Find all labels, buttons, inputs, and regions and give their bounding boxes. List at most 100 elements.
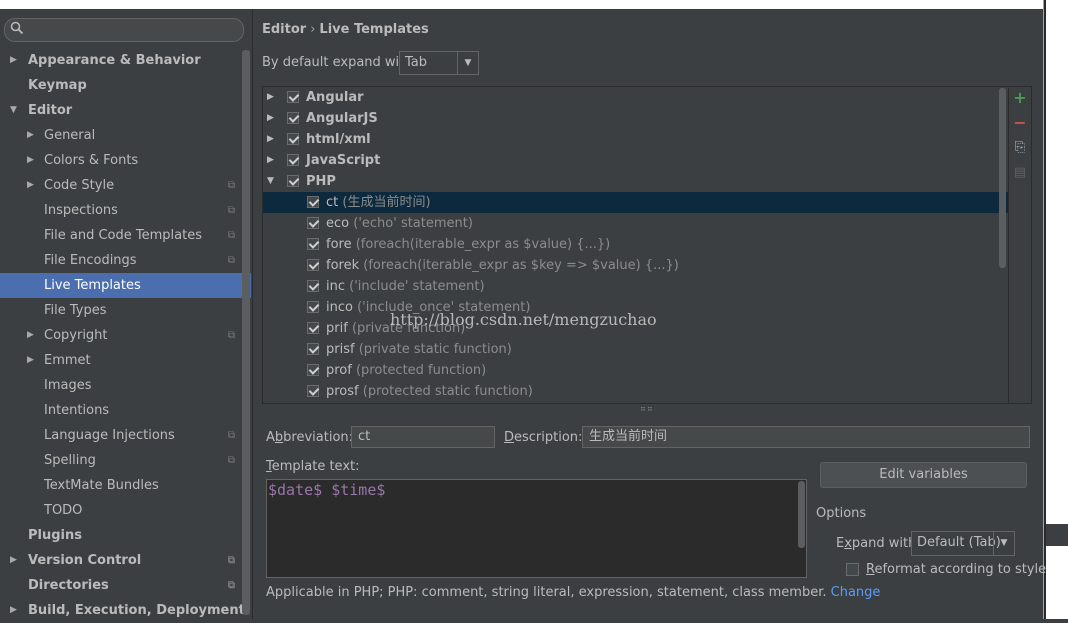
add-icon[interactable]: + — [1012, 90, 1028, 106]
template-group-row[interactable]: ▶ Angular — [263, 87, 1008, 108]
template-text-label: Template text: — [266, 459, 360, 474]
sidebar-item-label: Intentions — [44, 403, 110, 418]
copy-icon[interactable]: ⎘ — [1012, 140, 1028, 156]
sidebar-item[interactable]: TODO — [0, 498, 251, 523]
template-group-row[interactable]: ▶ html/xml — [263, 129, 1008, 150]
reformat-checkbox[interactable] — [846, 563, 859, 576]
template-checkbox[interactable] — [307, 364, 319, 376]
group-checkbox[interactable] — [287, 91, 299, 103]
template-row[interactable]: inc ('include' statement) — [263, 276, 1008, 297]
template-row[interactable]: prof (protected function) — [263, 360, 1008, 381]
template-row[interactable]: fore (foreach(iterable_expr as $value) {… — [263, 234, 1008, 255]
tree-scrollbar[interactable] — [999, 88, 1006, 268]
sidebar-item[interactable]: File Encodings ⧉ — [0, 248, 251, 273]
sidebar-item[interactable]: Spelling ⧉ — [0, 448, 251, 473]
sidebar-item-label: File Encodings — [44, 253, 137, 268]
template-checkbox[interactable] — [307, 385, 319, 397]
group-checkbox[interactable] — [287, 175, 299, 187]
sidebar-item-label: Plugins — [28, 528, 82, 543]
collapsed-arrow-icon[interactable]: ▶ — [10, 548, 17, 573]
project-scope-icon: ⧉ — [227, 180, 235, 191]
collapsed-arrow-icon[interactable]: ▶ — [27, 123, 34, 148]
template-checkbox[interactable] — [307, 196, 319, 208]
collapsed-arrow-icon[interactable]: ▶ — [27, 173, 34, 198]
splitter-handle-icon[interactable]: ⠶⠶ — [640, 404, 654, 413]
sidebar-item[interactable]: ▶ Copyright ⧉ — [0, 323, 251, 348]
template-abbreviation: eco — [326, 216, 350, 231]
template-checkbox[interactable] — [307, 217, 319, 229]
sidebar-item[interactable]: ▶ Version Control ⧉ — [0, 548, 251, 573]
collapsed-arrow-icon[interactable]: ▶ — [267, 129, 274, 150]
options-heading: Options — [816, 506, 867, 521]
sidebar-item[interactable]: Intentions — [0, 398, 251, 423]
sidebar-item[interactable]: ▶ Colors & Fonts — [0, 148, 251, 173]
template-editor-scrollbar[interactable] — [798, 481, 805, 548]
template-checkbox[interactable] — [307, 322, 319, 334]
template-abbreviation: prisf — [326, 342, 355, 357]
sidebar-item-label: General — [44, 128, 96, 143]
remove-icon[interactable]: − — [1012, 115, 1028, 131]
template-description: (protected static function) — [362, 384, 533, 399]
sidebar-item-label: Copyright — [44, 328, 108, 343]
collapsed-arrow-icon[interactable]: ▶ — [267, 108, 274, 129]
sidebar-item[interactable]: ▶ Code Style ⧉ — [0, 173, 251, 198]
sidebar-item[interactable]: ▶ Build, Execution, Deployment — [0, 598, 251, 623]
edit-variables-button[interactable]: Edit variables — [820, 462, 1027, 488]
template-group-row[interactable]: ▶ JavaScript — [263, 150, 1008, 171]
sidebar-scrollbar[interactable] — [242, 50, 250, 615]
expand-with-select[interactable]: Default (Tab) ▼ — [911, 531, 1015, 556]
project-scope-icon: ⧉ — [227, 580, 235, 591]
sidebar-item[interactable]: Images — [0, 373, 251, 398]
description-input[interactable]: 生成当前时间 — [582, 426, 1030, 448]
sidebar-item[interactable]: Language Injections ⧉ — [0, 423, 251, 448]
collapsed-arrow-icon[interactable]: ▶ — [267, 150, 274, 171]
applicable-contexts: Applicable in PHP; PHP: comment, string … — [266, 585, 880, 600]
abbreviation-input[interactable]: ct — [351, 426, 495, 448]
template-row[interactable]: forek (foreach(iterable_expr as $key => … — [263, 255, 1008, 276]
group-checkbox[interactable] — [287, 133, 299, 145]
template-row[interactable]: prisf (private static function) — [263, 339, 1008, 360]
sidebar-item[interactable]: ▶ General — [0, 123, 251, 148]
collapsed-arrow-icon[interactable]: ▶ — [27, 148, 34, 173]
template-row[interactable]: prosf (protected static function) — [263, 381, 1008, 402]
sidebar-item[interactable]: Inspections ⧉ — [0, 198, 251, 223]
template-label: prisf (private static function) — [326, 339, 512, 360]
template-group-row[interactable]: ▶ AngularJS — [263, 108, 1008, 129]
collapsed-arrow-icon[interactable]: ▶ — [27, 323, 34, 348]
change-contexts-link[interactable]: Change — [831, 585, 881, 600]
sidebar-item[interactable]: Keymap — [0, 73, 251, 98]
default-expand-select[interactable]: Tab ▼ — [399, 51, 479, 75]
template-description: ('include' statement) — [349, 279, 485, 294]
project-scope-icon: ⧉ — [227, 230, 235, 241]
sidebar-item[interactable]: Directories ⧉ — [0, 573, 251, 598]
template-row[interactable]: eco ('echo' statement) — [263, 213, 1008, 234]
sidebar-item[interactable]: ▼ Editor — [0, 98, 251, 123]
collapsed-arrow-icon[interactable]: ▶ — [267, 87, 274, 108]
collapsed-arrow-icon[interactable]: ▶ — [10, 48, 17, 73]
sidebar-item[interactable]: File Types — [0, 298, 251, 323]
expanded-arrow-icon[interactable]: ▼ — [10, 98, 17, 123]
template-group-row[interactable]: ▼ PHP — [263, 171, 1008, 192]
template-checkbox[interactable] — [307, 238, 319, 250]
template-checkbox[interactable] — [307, 343, 319, 355]
collapsed-arrow-icon[interactable]: ▶ — [27, 348, 34, 373]
template-abbreviation: inco — [326, 300, 353, 315]
group-checkbox[interactable] — [287, 112, 299, 124]
collapsed-arrow-icon[interactable]: ▶ — [10, 598, 17, 623]
expanded-arrow-icon[interactable]: ▼ — [267, 171, 274, 192]
template-row[interactable]: ct (生成当前时间) — [263, 192, 1008, 213]
template-checkbox[interactable] — [307, 301, 319, 313]
template-checkbox[interactable] — [307, 280, 319, 292]
sidebar-item[interactable]: ▶ Emmet — [0, 348, 251, 373]
template-description: (protected function) — [355, 363, 487, 378]
sidebar-item[interactable]: TextMate Bundles — [0, 473, 251, 498]
settings-search-input[interactable] — [4, 18, 244, 42]
chevron-down-icon[interactable]: ▼ — [457, 52, 478, 74]
sidebar-item[interactable]: Live Templates — [0, 273, 251, 298]
sidebar-item[interactable]: Plugins — [0, 523, 251, 548]
sidebar-item[interactable]: ▶ Appearance & Behavior — [0, 48, 251, 73]
group-checkbox[interactable] — [287, 154, 299, 166]
chevron-down-icon[interactable]: ▼ — [993, 532, 1014, 555]
template-checkbox[interactable] — [307, 259, 319, 271]
sidebar-item[interactable]: File and Code Templates ⧉ — [0, 223, 251, 248]
